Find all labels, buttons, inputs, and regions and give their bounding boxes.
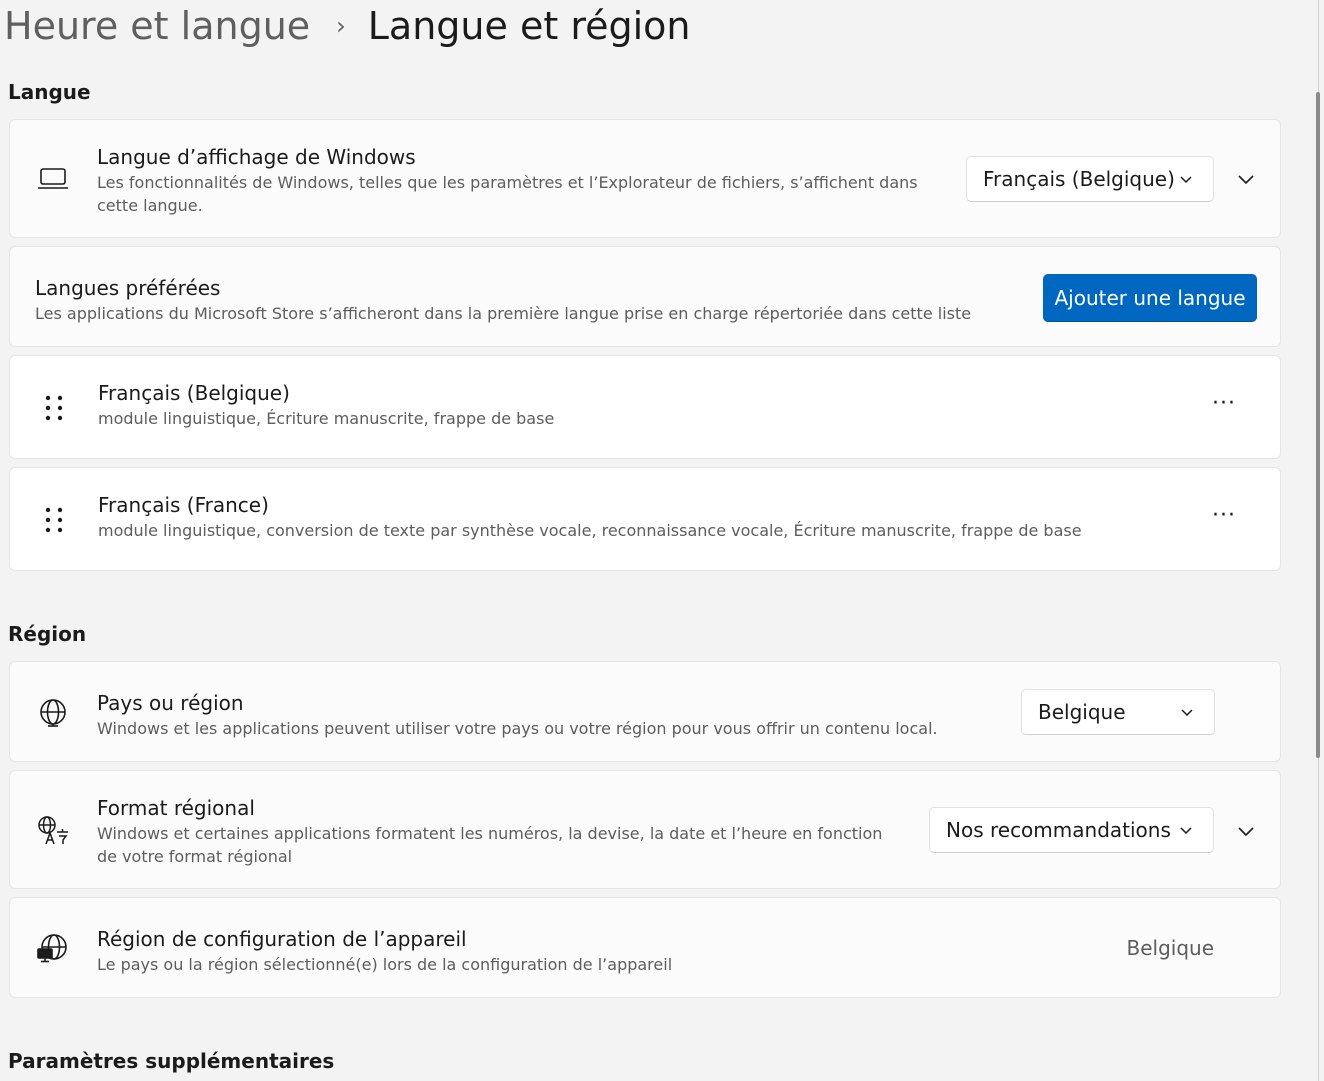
device-region-card: Région de configuration de l’appareil Le… <box>9 897 1281 998</box>
display-language-dropdown[interactable]: Français (Belgique) <box>966 156 1214 202</box>
chevron-down-icon <box>1180 827 1192 835</box>
regional-format-selected: Nos recommandations <box>946 818 1171 842</box>
device-region-title: Région de configuration de l’appareil <box>97 927 467 951</box>
country-region-subtitle: Windows et les applications peuvent util… <box>97 719 938 738</box>
country-dropdown[interactable]: Belgique <box>1021 689 1215 735</box>
language-item-name: Français (France) <box>98 493 269 517</box>
display-language-title: Langue d’affichage de Windows <box>97 145 416 169</box>
language-item-features: module linguistique, conversion de texte… <box>98 521 1082 540</box>
country-region-card: Pays ou région Windows et les applicatio… <box>9 661 1281 762</box>
country-selected: Belgique <box>1038 700 1126 724</box>
device-region-value: Belgique <box>1126 936 1214 960</box>
language-item-features: module linguistique, Écriture manuscrite… <box>98 409 555 428</box>
section-title-region: Région <box>8 622 87 646</box>
chevron-down-icon <box>1180 176 1192 184</box>
display-language-card[interactable]: Langue d’affichage de Windows Les foncti… <box>9 119 1281 238</box>
regional-format-title: Format régional <box>97 796 255 820</box>
globe-icon <box>36 695 70 729</box>
language-item-name: Français (Belgique) <box>98 381 290 405</box>
language-item-fr-be[interactable]: Français (Belgique) module linguistique,… <box>9 355 1281 459</box>
more-options-icon[interactable]: ··· <box>1212 391 1236 416</box>
scrollbar-thumb[interactable] <box>1316 92 1320 758</box>
display-language-subtitle-2: cette langue. <box>97 196 203 215</box>
regional-format-subtitle-1: Windows et certaines applications format… <box>97 824 883 843</box>
language-translate-icon <box>36 813 70 847</box>
regional-format-card[interactable]: Format régional Windows et certaines app… <box>9 770 1281 889</box>
breadcrumb-separator: › <box>336 12 346 40</box>
country-region-title: Pays ou région <box>97 691 244 715</box>
preferred-languages-card: Langues préférées Les applications du Mi… <box>9 246 1281 347</box>
section-title-langue: Langue <box>8 80 91 104</box>
globe-device-icon <box>36 931 70 965</box>
language-item-fr-fr[interactable]: Français (France) module linguistique, c… <box>9 467 1281 571</box>
display-language-selected: Français (Belgique) <box>983 167 1175 191</box>
add-language-button[interactable]: Ajouter une langue <box>1043 274 1257 321</box>
drag-handle-icon[interactable] <box>44 506 64 534</box>
display-language-subtitle-1: Les fonctionnalités de Windows, telles q… <box>97 173 918 192</box>
regional-format-subtitle-2: de votre format régional <box>97 847 293 866</box>
device-region-subtitle: Le pays ou la région sélectionné(e) lors… <box>97 955 673 974</box>
preferred-languages-title: Langues préférées <box>35 276 221 300</box>
breadcrumb-parent-link[interactable]: Heure et langue <box>4 4 310 48</box>
chevron-down-icon <box>1181 709 1193 717</box>
more-options-icon[interactable]: ··· <box>1212 503 1236 528</box>
expand-chevron-icon[interactable] <box>1237 822 1255 840</box>
laptop-icon <box>36 162 70 196</box>
preferred-languages-subtitle: Les applications du Microsoft Store s’af… <box>35 304 972 323</box>
page-title: Langue et région <box>367 4 691 48</box>
breadcrumb: Heure et langue › Langue et région <box>4 0 691 52</box>
expand-chevron-icon[interactable] <box>1237 170 1255 188</box>
regional-format-dropdown[interactable]: Nos recommandations <box>929 807 1214 853</box>
section-title-additional-settings: Paramètres supplémentaires <box>8 1049 335 1073</box>
drag-handle-icon[interactable] <box>44 394 64 422</box>
